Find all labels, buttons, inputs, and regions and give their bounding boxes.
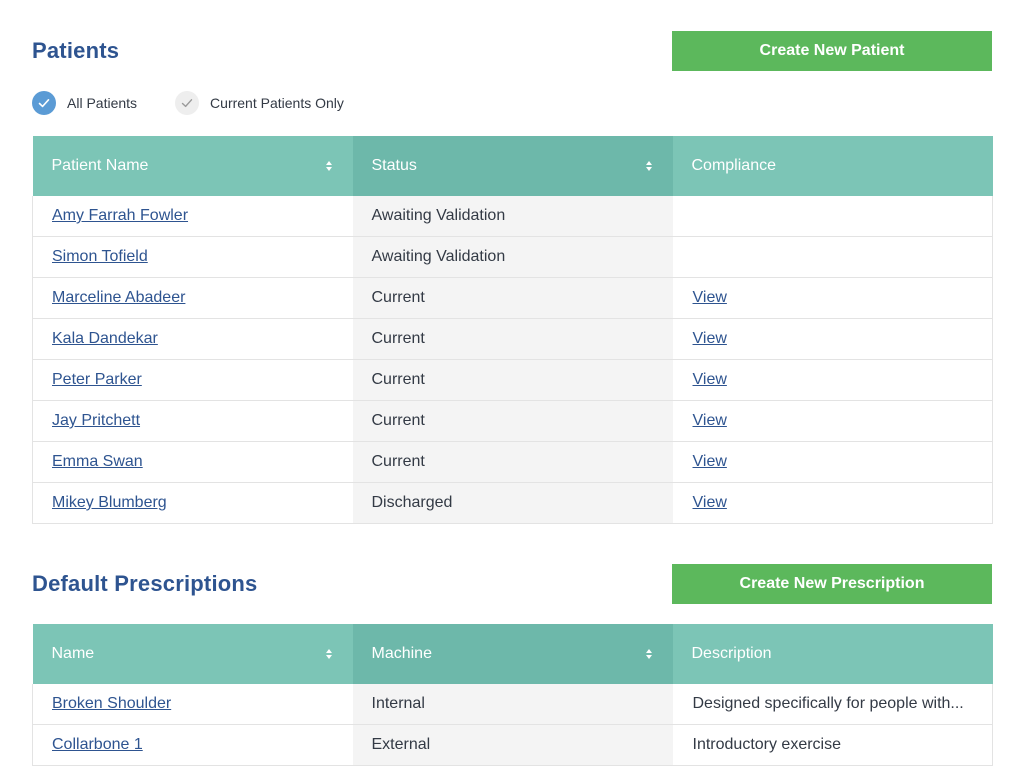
status-cell: Awaiting Validation [352, 236, 673, 278]
prescriptions-header: Default Prescriptions Create New Prescri… [32, 564, 992, 604]
compliance-cell: View [672, 318, 993, 360]
patients-table: Patient Name Status Compliance Amy Farra… [32, 136, 993, 524]
patient-name-cell: Emma Swan [32, 441, 353, 483]
status-cell: Current [352, 359, 673, 401]
patient-name-link[interactable]: Emma Swan [52, 453, 143, 470]
column-header-description: Description [672, 624, 993, 684]
status-cell: Awaiting Validation [352, 196, 673, 237]
compliance-view-link[interactable]: View [693, 494, 727, 511]
patient-name-link[interactable]: Jay Pritchett [52, 412, 140, 429]
sort-arrows-icon[interactable] [645, 159, 653, 173]
patient-name-link[interactable]: Marceline Abadeer [52, 289, 185, 306]
patients-header: Patients Create New Patient [32, 31, 992, 71]
column-label: Compliance [691, 157, 776, 174]
patient-name-cell: Amy Farrah Fowler [32, 196, 353, 237]
table-row: Mikey Blumberg Discharged View [32, 482, 993, 524]
patient-name-link[interactable]: Amy Farrah Fowler [52, 207, 188, 224]
table-row: Jay Pritchett Current View [32, 400, 993, 442]
compliance-view-link[interactable]: View [693, 371, 727, 388]
column-label: Status [371, 157, 417, 174]
table-row: Kala Dandekar Current View [32, 318, 993, 360]
status-cell: Current [352, 318, 673, 360]
column-header-patient-name[interactable]: Patient Name [32, 136, 353, 196]
patient-name-link[interactable]: Mikey Blumberg [52, 494, 167, 511]
prescription-name-link[interactable]: Broken Shoulder [52, 695, 171, 712]
compliance-cell [672, 236, 993, 278]
table-row: Broken Shoulder Internal Designed specific… [32, 684, 993, 725]
description-cell: Designed specifically for people with... [672, 684, 993, 725]
compliance-cell: View [672, 400, 993, 442]
compliance-view-link[interactable]: View [693, 289, 727, 306]
machine-cell: Internal [352, 684, 673, 725]
compliance-view-link[interactable]: View [693, 330, 727, 347]
patient-name-cell: Mikey Blumberg [32, 482, 353, 524]
sort-arrows-icon[interactable] [325, 159, 333, 173]
patients-title: Patients [32, 38, 120, 63]
compliance-cell: View [672, 482, 993, 524]
description-cell: Introductory exercise [672, 724, 993, 766]
status-cell: Current [352, 400, 673, 442]
column-label: Description [691, 645, 772, 662]
column-header-machine[interactable]: Machine [352, 624, 673, 684]
filter-current-patients-only[interactable]: Current Patients Only [175, 91, 344, 115]
compliance-cell: View [672, 277, 993, 319]
compliance-cell: View [672, 441, 993, 483]
patient-name-cell: Marceline Abadeer [32, 277, 353, 319]
checkmark-icon[interactable] [175, 91, 200, 115]
compliance-view-link[interactable]: View [693, 453, 727, 470]
column-label: Machine [371, 645, 432, 662]
compliance-cell: View [672, 359, 993, 401]
prescriptions-table: Name Machine Description Broken Shoulder… [32, 624, 993, 766]
machine-cell: External [352, 724, 673, 766]
filter-label: Current Patients Only [210, 95, 344, 111]
prescription-name-cell: Broken Shoulder [32, 684, 353, 725]
sort-arrows-icon[interactable] [325, 647, 333, 661]
compliance-view-link[interactable]: View [693, 412, 727, 429]
column-header-name[interactable]: Name [32, 624, 353, 684]
table-row: Peter Parker Current View [32, 359, 993, 401]
table-row: Amy Farrah Fowler Awaiting Validation [32, 196, 993, 237]
column-header-compliance: Compliance [672, 136, 993, 196]
filter-label: All Patients [67, 95, 138, 111]
status-cell: Discharged [352, 482, 673, 524]
patient-filters: All Patients Current Patients Only [32, 90, 344, 116]
status-cell: Current [352, 277, 673, 319]
patient-name-cell: Simon Tofield [32, 236, 353, 278]
patient-name-link[interactable]: Simon Tofield [52, 248, 148, 265]
table-row: Emma Swan Current View [32, 441, 993, 483]
patient-name-cell: Peter Parker [32, 359, 353, 401]
create-new-patient-button[interactable]: Create New Patient [672, 31, 992, 71]
column-label: Name [51, 645, 95, 662]
patient-name-cell: Jay Pritchett [32, 400, 353, 442]
table-row: Simon Tofield Awaiting Validation [32, 236, 993, 278]
table-row: Collarbone 1 External Introductory exercis… [32, 724, 993, 766]
compliance-cell [672, 196, 993, 237]
patient-name-link[interactable]: Kala Dandekar [52, 330, 158, 347]
prescription-name-link[interactable]: Collarbone 1 [52, 736, 143, 753]
table-row: Marceline Abadeer Current View [32, 277, 993, 319]
column-label: Patient Name [51, 157, 149, 174]
column-header-status[interactable]: Status [352, 136, 673, 196]
patient-name-link[interactable]: Peter Parker [52, 371, 142, 388]
status-cell: Current [352, 441, 673, 483]
patient-name-cell: Kala Dandekar [32, 318, 353, 360]
checkmark-icon[interactable] [32, 91, 56, 115]
filter-all-patients[interactable]: All Patients [32, 91, 137, 115]
prescriptions-title: Default Prescriptions [32, 571, 258, 596]
prescription-name-cell: Collarbone 1 [32, 724, 353, 766]
sort-arrows-icon[interactable] [645, 647, 653, 661]
create-new-prescription-button[interactable]: Create New Prescription [672, 564, 992, 604]
